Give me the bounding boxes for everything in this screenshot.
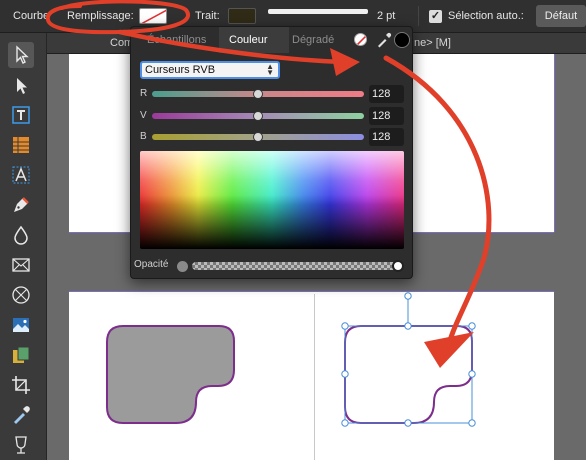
color-model-select[interactable]: Curseurs RVB ▲ ▼ bbox=[140, 61, 280, 79]
selected-curve-shape bbox=[344, 325, 473, 424]
rotation-handle bbox=[404, 292, 412, 300]
selection-bounding-box bbox=[344, 325, 473, 424]
selection-handle bbox=[404, 322, 412, 330]
tab-gradient[interactable]: Dégradé bbox=[292, 34, 334, 46]
opacity-knob[interactable] bbox=[392, 260, 404, 272]
spectrum-wash bbox=[140, 151, 404, 249]
opacity-label: Opacité bbox=[134, 259, 169, 270]
selection-handle bbox=[341, 370, 349, 378]
selection-handle bbox=[468, 370, 476, 378]
opacity-reset-dot[interactable] bbox=[177, 261, 188, 272]
channel-r-knob[interactable] bbox=[253, 89, 263, 99]
grey-curve-shape bbox=[106, 325, 235, 424]
channel-b-knob[interactable] bbox=[253, 132, 263, 142]
channel-b-label: B bbox=[140, 131, 147, 142]
selection-handle bbox=[468, 322, 476, 330]
eyedropper-icon[interactable] bbox=[376, 32, 392, 48]
select-updown-icon: ▲ ▼ bbox=[266, 62, 274, 77]
no-color-button[interactable] bbox=[354, 33, 367, 46]
color-spectrum-picker[interactable] bbox=[140, 151, 404, 249]
selection-handle bbox=[341, 322, 349, 330]
selection-handle bbox=[341, 419, 349, 427]
tab-color[interactable]: Couleur bbox=[229, 34, 268, 46]
color-popover: Échantillons Couleur Dégradé Curseurs RV… bbox=[130, 26, 413, 279]
channel-v-value[interactable]: 128 bbox=[369, 107, 404, 125]
channel-r-value[interactable]: 128 bbox=[369, 85, 404, 103]
selection-handle bbox=[468, 419, 476, 427]
tab-swatches[interactable]: Échantillons bbox=[147, 34, 206, 46]
channel-v-knob[interactable] bbox=[253, 111, 263, 121]
popover-tabs: Échantillons Couleur Dégradé bbox=[131, 27, 412, 53]
color-model-value: Curseurs RVB bbox=[145, 64, 216, 76]
channel-b-value[interactable]: 128 bbox=[369, 128, 404, 146]
selection-handle bbox=[404, 419, 412, 427]
no-color-icon bbox=[355, 34, 366, 45]
channel-r-label: R bbox=[140, 88, 148, 99]
channel-v-label: V bbox=[140, 110, 147, 121]
opacity-slider[interactable] bbox=[192, 262, 400, 270]
current-color-swatch[interactable] bbox=[394, 32, 410, 48]
